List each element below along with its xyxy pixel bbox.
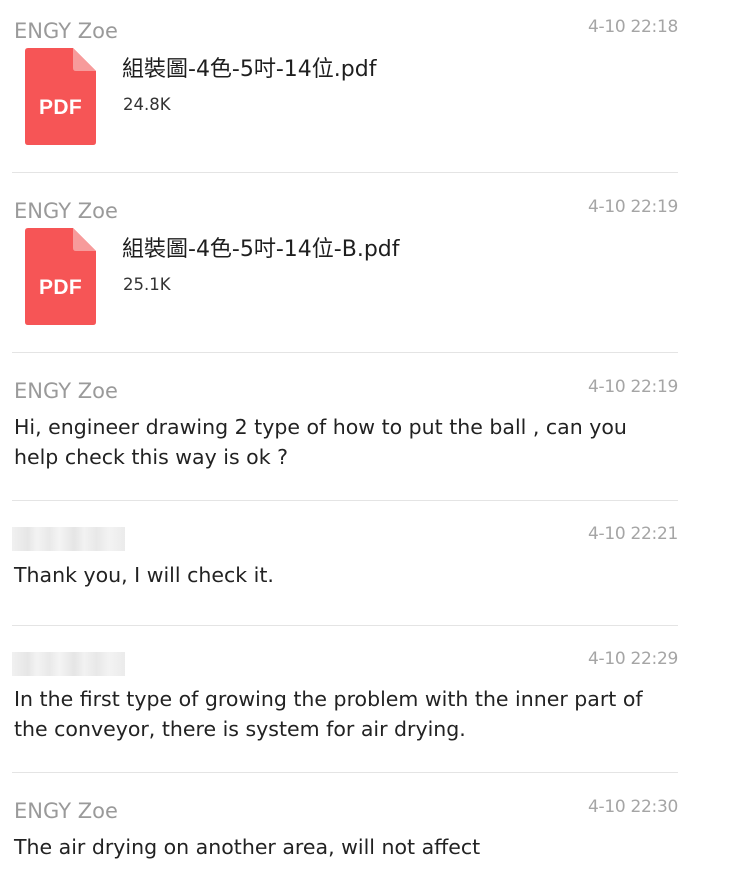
message-text: Hi, engineer drawing 2 type of how to pu… [14,415,627,469]
message-timestamp: 4-10 22:19 [588,197,678,217]
message-text: The air drying on another area, will not… [14,835,481,859]
message-item: ENGY Zoe 4-10 22:30 The air drying on an… [0,780,678,896]
message-timestamp: 4-10 22:21 [588,524,678,544]
message-item: 4-10 22:29 In the first type of growing … [0,632,678,773]
file-name[interactable]: 組裝圖-4色-5吋-14位.pdf [122,55,376,85]
file-size: 25.1K [123,275,171,294]
message-divider [12,352,678,353]
sender-name: ENGY Zoe [14,199,118,223]
message-divider [12,625,678,626]
message-timestamp: 4-10 22:18 [588,17,678,37]
pdf-icon: PDF [25,228,96,325]
redacted-sender-name [12,652,125,676]
sender-name: ENGY Zoe [14,799,118,823]
message-timestamp: 4-10 22:29 [588,649,678,669]
file-size: 24.8K [123,95,171,114]
file-attachment[interactable]: PDF 組裝圖-4色-5吋-14位.pdf 24.8K [0,48,660,148]
message-divider [12,772,678,773]
message-item: 4-10 22:21 Thank you, I will check it. [0,507,678,627]
pdf-icon-label: PDF [39,96,82,119]
message-item: ENGY Zoe 4-10 22:18 PDF 組裝圖-4色-5吋-14位.pd… [0,0,678,173]
pdf-icon-label: PDF [39,276,82,299]
message-item: ENGY Zoe 4-10 22:19 Hi, engineer drawing… [0,360,678,501]
message-timestamp: 4-10 22:30 [588,797,678,817]
redacted-sender-name [12,527,125,551]
file-name[interactable]: 組裝圖-4色-5吋-14位-B.pdf [122,235,400,265]
message-text: Thank you, I will check it. [14,563,274,587]
message-item: ENGY Zoe 4-10 22:19 PDF 組裝圖-4色-5吋-14位-B.… [0,180,678,353]
message-text: In the first type of growing the problem… [14,687,643,741]
file-attachment[interactable]: PDF 組裝圖-4色-5吋-14位-B.pdf 25.1K [0,228,660,328]
sender-name: ENGY Zoe [14,379,118,403]
sender-name: ENGY Zoe [14,19,118,43]
pdf-icon: PDF [25,48,96,145]
message-divider [12,500,678,501]
message-timestamp: 4-10 22:19 [588,377,678,397]
message-divider [12,172,678,173]
